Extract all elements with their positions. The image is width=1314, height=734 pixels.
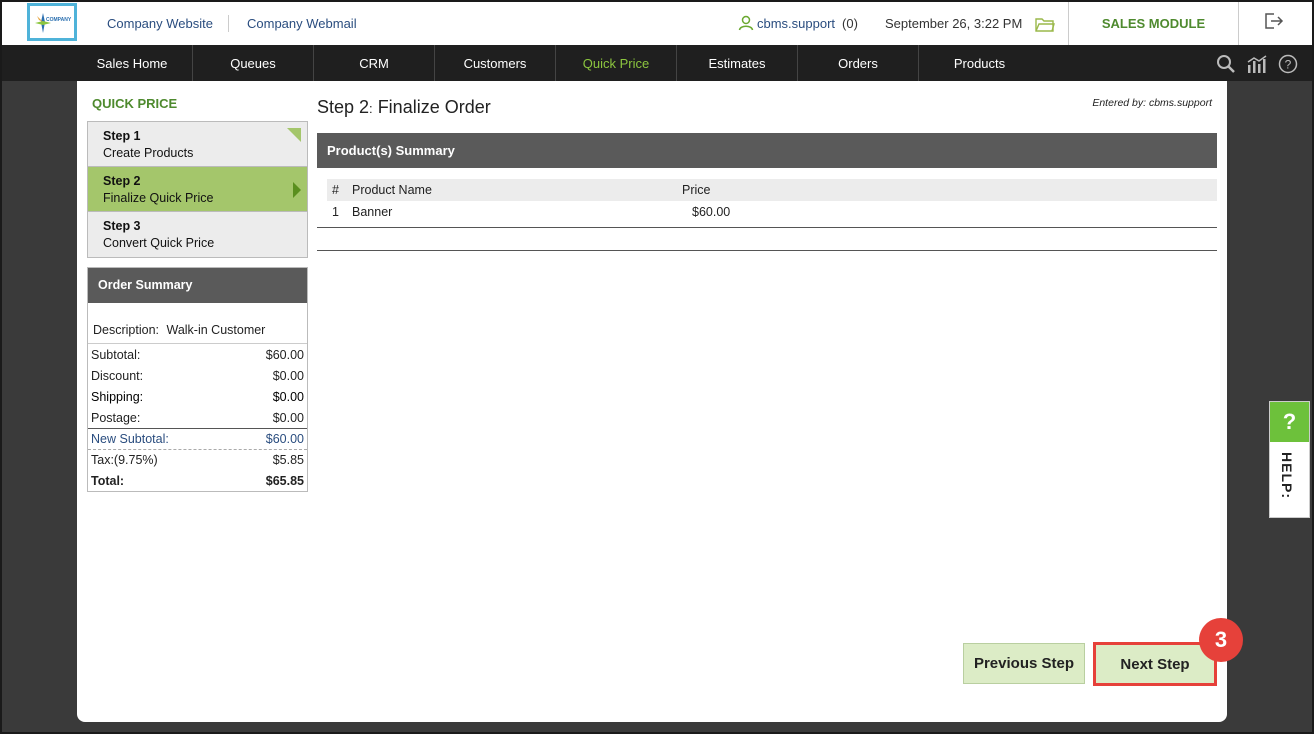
- new-subtotal-row: New Subtotal: $60.00: [88, 428, 307, 449]
- description-value: Walk-in Customer: [166, 323, 266, 337]
- nav-estimates[interactable]: Estimates: [677, 45, 798, 81]
- current-step-arrow-icon: [293, 182, 301, 198]
- company-logo[interactable]: COMPANY: [27, 3, 77, 41]
- search-icon[interactable]: [1216, 54, 1236, 74]
- entered-by: Entered by: cbms.support: [1092, 97, 1212, 109]
- nav-orders[interactable]: Orders: [798, 45, 919, 81]
- column-header: #: [332, 183, 339, 197]
- summary-value: $60.00: [265, 347, 304, 362]
- username: cbms.support: [757, 15, 836, 31]
- step-1-label: Create Products: [103, 146, 194, 160]
- tax-row: Tax:(9.75%) $5.85: [88, 449, 307, 470]
- step-3[interactable]: Step 3 Convert Quick Price: [88, 212, 307, 257]
- content-panel: QUICK PRICE Step 1 Create Products Step …: [77, 81, 1227, 722]
- divider: [228, 15, 229, 32]
- completed-corner-icon: [287, 128, 301, 142]
- help-label: HELP:: [1279, 452, 1295, 499]
- quick-price-title: QUICK PRICE: [92, 96, 178, 111]
- user-account[interactable]: cbms.support (0): [738, 15, 858, 31]
- column-header: Product Name: [352, 183, 432, 197]
- logo-text: COMPANY: [46, 17, 72, 23]
- next-step-button[interactable]: Next Step: [1093, 642, 1217, 686]
- summary-label: Postage:: [91, 410, 141, 425]
- summary-value: $5.85: [272, 453, 304, 467]
- summary-label: Subtotal:: [91, 347, 141, 362]
- company-website-link[interactable]: Company Website: [107, 16, 213, 31]
- page-title-separator: :: [369, 101, 373, 116]
- table-cell: $60.00: [692, 205, 731, 219]
- datetime: September 26, 3:22 PM: [885, 16, 1023, 31]
- nav-queues[interactable]: Queues: [193, 45, 314, 81]
- order-summary-title: Order Summary: [88, 268, 307, 303]
- summary-label: Discount:: [91, 368, 144, 383]
- divider: [317, 250, 1217, 251]
- page-title-text: Finalize Order: [377, 97, 491, 117]
- notification-count: (0): [842, 15, 858, 31]
- postage-row: Postage: $0.00: [88, 407, 307, 428]
- subtotal-row: Subtotal: $60.00: [88, 344, 307, 365]
- step-list: Step 1 Create Products Step 2 Finalize Q…: [87, 121, 308, 258]
- summary-value: $0.00: [272, 410, 304, 425]
- page-title: Step 2: Finalize Order: [317, 97, 491, 118]
- step-1-number: Step 1: [103, 129, 141, 143]
- summary-label: Tax:(9.75%): [91, 453, 158, 467]
- step-2[interactable]: Step 2 Finalize Quick Price: [88, 167, 307, 212]
- products-summary-header: Product(s) Summary: [317, 133, 1217, 168]
- summary-value: $60.00: [265, 432, 304, 446]
- nav-crm[interactable]: CRM: [314, 45, 435, 81]
- help-tab[interactable]: ? HELP:: [1269, 401, 1310, 518]
- chart-icon[interactable]: [1246, 54, 1268, 74]
- nav-products[interactable]: Products: [919, 45, 1040, 81]
- summary-value: $0.00: [272, 368, 304, 383]
- column-header: Price: [682, 183, 711, 197]
- user-icon: [738, 15, 754, 31]
- order-description: Description: Walk-in Customer: [88, 303, 307, 344]
- products-table: # Product Name Price 1 Banner $60.00: [327, 179, 1217, 223]
- table-header: # Product Name Price: [327, 179, 1217, 201]
- step-3-label: Convert Quick Price: [103, 236, 215, 250]
- step-3-number: Step 3: [103, 219, 141, 233]
- step-1[interactable]: Step 1 Create Products: [88, 122, 307, 167]
- folder-icon[interactable]: [1035, 16, 1055, 32]
- page-title-step: Step 2: [317, 97, 370, 117]
- previous-step-button[interactable]: Previous Step: [963, 643, 1085, 684]
- summary-label: Shipping:: [91, 389, 144, 404]
- help-question-icon: ?: [1270, 402, 1309, 442]
- description-label: Description:: [93, 323, 159, 337]
- summary-label: New Subtotal:: [91, 432, 169, 446]
- table-cell: Banner: [352, 205, 393, 219]
- summary-value: $0.00: [272, 389, 304, 404]
- shipping-row: Shipping: $0.00: [88, 386, 307, 407]
- divider: [317, 227, 1217, 228]
- step-2-label: Finalize Quick Price: [103, 191, 214, 205]
- logout-icon[interactable]: [1264, 12, 1284, 30]
- nav-tools: ?: [1216, 54, 1298, 74]
- summary-label: Total:: [91, 473, 125, 488]
- sales-module-label[interactable]: SALES MODULE: [1068, 2, 1239, 45]
- step-2-number: Step 2: [103, 174, 141, 188]
- company-webmail-link[interactable]: Company Webmail: [247, 16, 357, 31]
- help-icon[interactable]: ?: [1278, 54, 1298, 74]
- nav-quick-price[interactable]: Quick Price: [556, 45, 677, 81]
- nav-customers[interactable]: Customers: [435, 45, 556, 81]
- table-row: 1 Banner $60.00: [327, 201, 1217, 223]
- order-summary: Order Summary Description: Walk-in Custo…: [87, 267, 308, 492]
- summary-value: $65.85: [265, 473, 304, 488]
- table-cell: 1: [332, 205, 339, 219]
- discount-row: Discount: $0.00: [88, 365, 307, 386]
- total-row: Total: $65.85: [88, 470, 307, 491]
- step-badge: 3: [1199, 618, 1243, 662]
- main-nav: Sales Home Queues CRM Customers Quick Pr…: [2, 45, 1312, 81]
- svg-text:?: ?: [1285, 58, 1292, 72]
- nav-sales-home[interactable]: Sales Home: [72, 45, 193, 81]
